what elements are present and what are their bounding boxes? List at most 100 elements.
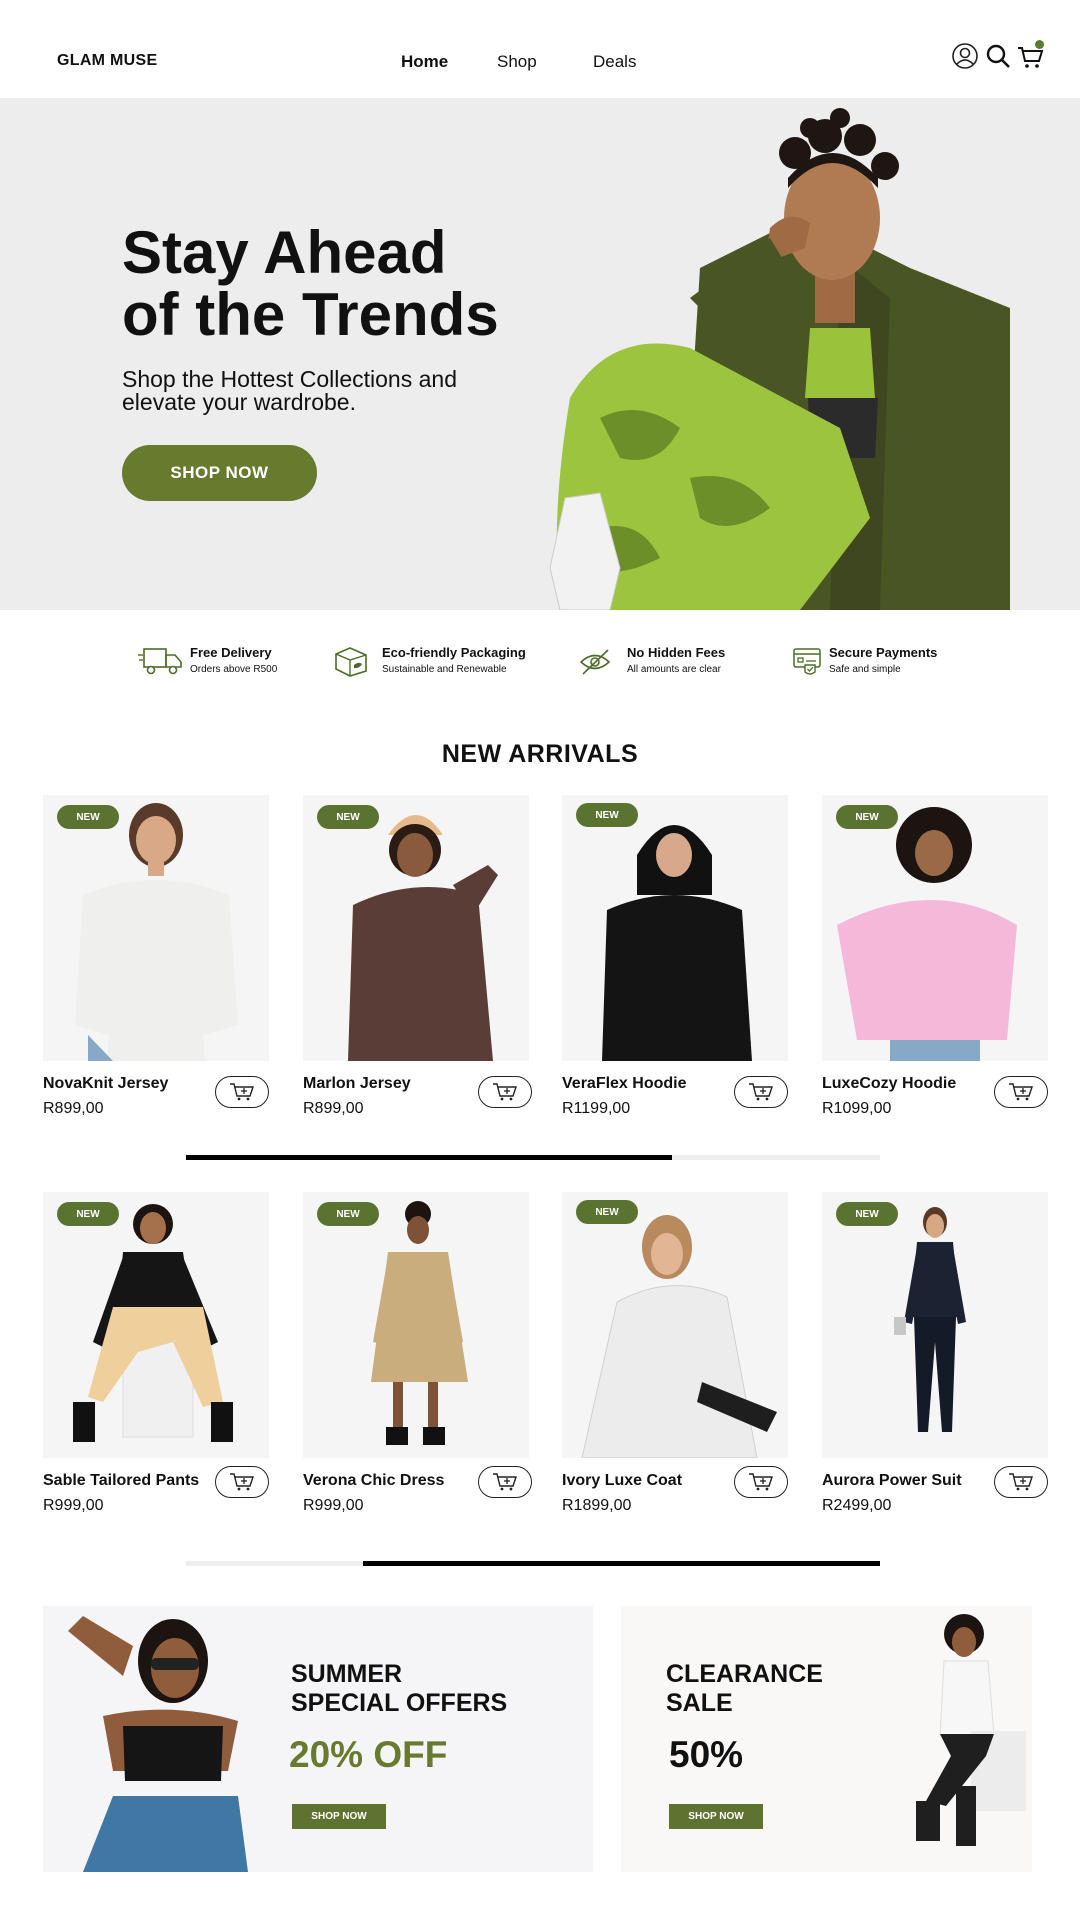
feature-free-delivery: Free Delivery Orders above R500	[138, 645, 298, 685]
product-name[interactable]: LuxeCozy Hoodie	[822, 1075, 956, 1093]
product-photo	[75, 803, 238, 1061]
feature-title: Eco-friendly Packaging	[382, 645, 526, 660]
product-image[interactable]	[822, 795, 1048, 1061]
product-image[interactable]	[43, 795, 269, 1061]
add-to-cart-button[interactable]	[215, 1076, 269, 1108]
product-photo	[371, 1201, 468, 1445]
summer-shop-now-button[interactable]: SHOP NOW	[292, 1804, 386, 1829]
new-badge: NEW	[576, 803, 638, 827]
product-card[interactable]: NEW LuxeCozy Hoodie R1099,00	[822, 795, 1048, 1117]
feature-secure-payments: Secure Payments Safe and simple	[777, 645, 957, 685]
product-name[interactable]: NovaKnit Jersey	[43, 1075, 168, 1093]
hero-subtitle-line-1: Shop the Hottest Collections and	[122, 366, 457, 392]
product-name[interactable]: Sable Tailored Pants	[43, 1472, 199, 1490]
add-to-cart-button[interactable]	[994, 1076, 1048, 1108]
carousel-scrollbar[interactable]	[186, 1155, 880, 1160]
search-icon[interactable]	[984, 42, 1012, 70]
feature-subtitle: All amounts are clear	[627, 664, 721, 675]
truck-icon	[138, 648, 182, 675]
product-image[interactable]	[303, 1192, 529, 1458]
product-price: R2499,00	[822, 1497, 892, 1514]
product-photo	[602, 825, 752, 1061]
summer-title-line-2: SPECIAL OFFERS	[291, 1689, 508, 1717]
new-badge: NEW	[57, 1202, 119, 1226]
hero-subtitle-line-2: elevate your wardrobe.	[122, 389, 356, 415]
clearance-model-image	[916, 1614, 1026, 1846]
nav-deals[interactable]: Deals	[593, 52, 636, 72]
add-to-cart-icon	[230, 1083, 254, 1101]
product-photo	[894, 1207, 966, 1432]
clearance-sale-banner[interactable]: CLEARANCE SALE 50% SHOP NOW	[621, 1606, 1032, 1872]
new-badge: NEW	[836, 805, 898, 829]
new-badge: NEW	[836, 1202, 898, 1226]
add-to-cart-button[interactable]	[734, 1466, 788, 1498]
product-photo	[837, 807, 1017, 1061]
secure-card-icon	[793, 648, 821, 675]
new-badge: NEW	[576, 1200, 638, 1224]
summer-offer-title: SUMMER SPECIAL OFFERS	[291, 1660, 507, 1718]
product-price: R1899,00	[562, 1497, 632, 1514]
product-image[interactable]	[303, 795, 529, 1061]
product-image[interactable]	[562, 1192, 788, 1458]
add-to-cart-button[interactable]	[215, 1466, 269, 1498]
product-card[interactable]: NEW Aurora Power Suit R2499,00	[822, 1192, 1048, 1514]
feature-subtitle: Safe and simple	[829, 664, 901, 675]
product-name[interactable]: VeraFlex Hoodie	[562, 1075, 687, 1093]
add-to-cart-icon	[749, 1083, 773, 1101]
nav-shop[interactable]: Shop	[497, 52, 537, 72]
add-to-cart-icon	[1009, 1083, 1033, 1101]
site-header: GLAM MUSE Home Shop Deals	[0, 0, 1080, 98]
feature-subtitle: Sustainable and Renewable	[382, 664, 507, 675]
clearance-title-line-2: SALE	[666, 1689, 733, 1717]
hero-title-line-2: of the Trends	[122, 281, 499, 348]
product-image[interactable]	[562, 795, 788, 1061]
product-price: R999,00	[303, 1497, 364, 1514]
add-to-cart-button[interactable]	[478, 1466, 532, 1498]
eye-slash-icon	[579, 649, 611, 675]
hero-banner: Stay Ahead of the Trends Shop the Hottes…	[0, 98, 1080, 610]
product-card[interactable]: NEW Marlon Jersey R899,00	[303, 795, 532, 1117]
product-name[interactable]: Marlon Jersey	[303, 1075, 411, 1093]
feature-title: Secure Payments	[829, 645, 938, 660]
product-card[interactable]: NEW Verona Chic Dress R999,00	[303, 1192, 532, 1514]
summer-offer-banner[interactable]: SUMMER SPECIAL OFFERS 20% OFF SHOP NOW	[43, 1606, 593, 1872]
hero-shop-now-button[interactable]: SHOP NOW	[122, 445, 317, 501]
add-to-cart-button[interactable]	[734, 1076, 788, 1108]
add-to-cart-icon	[230, 1473, 254, 1491]
product-price: R899,00	[43, 1100, 104, 1117]
product-photo	[348, 815, 498, 1061]
new-badge: NEW	[317, 805, 379, 829]
product-price: R1099,00	[822, 1100, 892, 1117]
carousel-scroll-thumb[interactable]	[186, 1155, 672, 1160]
cart-notification-dot	[1035, 40, 1044, 49]
hero-model-image	[549, 108, 1010, 610]
eco-box-icon	[335, 647, 367, 677]
clearance-shop-now-button[interactable]: SHOP NOW	[669, 1804, 763, 1829]
product-name[interactable]: Aurora Power Suit	[822, 1472, 962, 1490]
nav-home[interactable]: Home	[401, 52, 448, 72]
brand-logo[interactable]: GLAM MUSE	[57, 52, 157, 70]
carousel-scroll-thumb[interactable]	[363, 1561, 880, 1566]
add-to-cart-button[interactable]	[994, 1466, 1048, 1498]
user-icon[interactable]	[951, 42, 979, 70]
hero-title-line-1: Stay Ahead	[122, 219, 447, 286]
carousel-scrollbar[interactable]	[186, 1561, 880, 1566]
product-card[interactable]: NEW NovaKnit Jersey R899,00	[43, 795, 269, 1117]
product-card[interactable]: NEW Sable Tailored Pants R999,00	[43, 1192, 269, 1514]
feature-title: Free Delivery	[190, 645, 272, 660]
product-image[interactable]	[822, 1192, 1048, 1458]
add-to-cart-button[interactable]	[478, 1076, 532, 1108]
product-price: R999,00	[43, 1497, 104, 1514]
add-to-cart-icon	[493, 1083, 517, 1101]
product-image[interactable]	[43, 1192, 269, 1458]
product-name[interactable]: Verona Chic Dress	[303, 1472, 444, 1490]
add-to-cart-icon	[1009, 1473, 1033, 1491]
new-badge: NEW	[57, 805, 119, 829]
product-photo	[581, 1215, 777, 1458]
product-card[interactable]: NEW VeraFlex Hoodie R1199,00	[562, 795, 788, 1117]
product-card[interactable]: NEW Ivory Luxe Coat R1899,00	[562, 1192, 788, 1514]
hero-title: Stay Ahead of the Trends	[122, 222, 499, 346]
product-photo	[73, 1204, 233, 1442]
feature-no-hidden-fees: No Hidden Fees All amounts are clear	[575, 645, 755, 685]
product-name[interactable]: Ivory Luxe Coat	[562, 1472, 682, 1490]
